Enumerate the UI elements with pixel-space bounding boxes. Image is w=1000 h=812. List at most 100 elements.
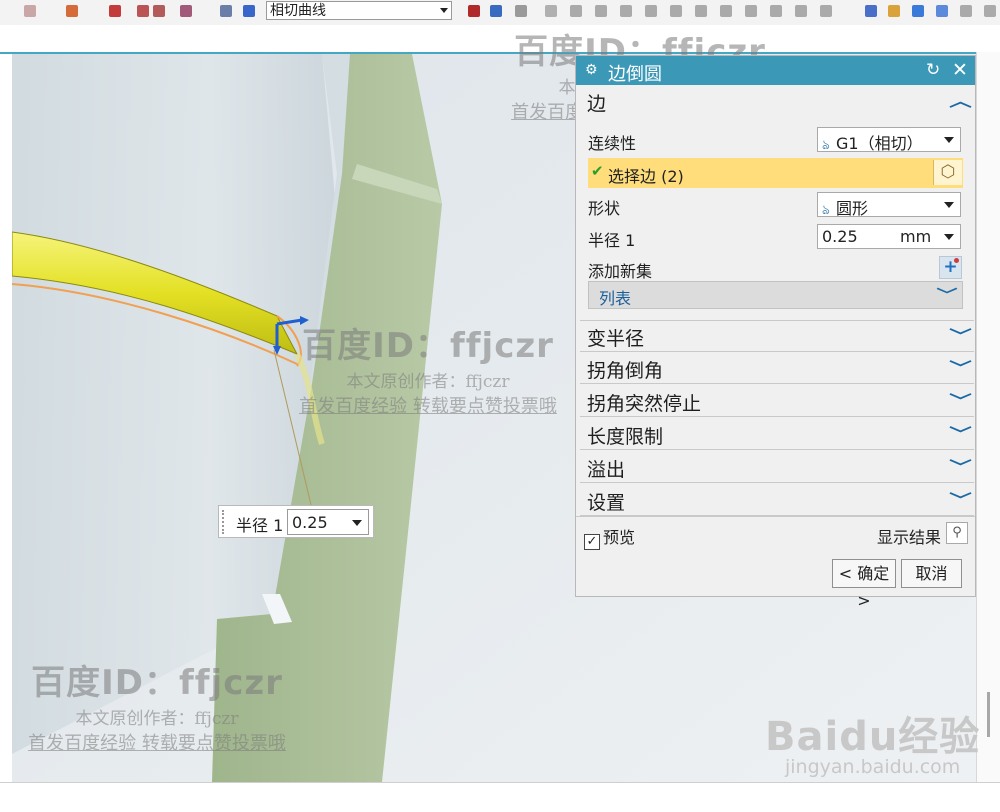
toolbar-icon[interactable] — [243, 5, 255, 17]
shape-label: 形状 — [588, 199, 621, 218]
curve-rule-value: 相切曲线 — [270, 3, 326, 19]
chevron-down-icon: ﹀ — [949, 458, 972, 476]
reset-icon[interactable]: ↻ — [926, 60, 940, 80]
toolbar-icon[interactable] — [620, 5, 632, 17]
list-label: 列表 — [599, 289, 632, 308]
toolbar-icon[interactable] — [137, 5, 149, 17]
toolbar-icon[interactable] — [912, 5, 924, 17]
add-new-set-button[interactable]: + — [939, 256, 962, 279]
divider — [576, 516, 975, 517]
toolbar-icon[interactable] — [936, 5, 948, 17]
chevron-down-icon: ﹀ — [949, 425, 972, 443]
toolbar-icon[interactable] — [24, 5, 36, 17]
preview-label: 预览 — [603, 528, 636, 547]
toolbar-icon[interactable] — [109, 5, 121, 17]
watermark: 百度ID：ffjczr 本文原创作者：ffjczr 首发百度经验 转载要点赞投票… — [12, 655, 302, 755]
section-label: 溢出 — [587, 459, 626, 481]
baidu-logo-url: jingyan.baidu.com — [784, 756, 961, 778]
section-edge-header[interactable]: 边 ︿ — [580, 86, 974, 116]
chevron-down-icon — [440, 8, 448, 13]
onscreen-radius-field[interactable]: 0.25 — [287, 509, 369, 535]
edge-blend-dialog: ⚙ 边倒圆 ↻ ✕ 边 ︿ 连续性 ঌ G1（相切） ✔ 选择边 (2) ⬡ 形状… — [575, 55, 976, 610]
section-settings[interactable]: 设置 ﹀ — [580, 485, 974, 516]
right-scrollbar[interactable] — [976, 52, 1000, 782]
onscreen-radius-value: 0.25 — [292, 513, 328, 532]
dialog-title: 边倒圆 — [608, 64, 662, 85]
chevron-down-icon: ﹀ — [949, 359, 972, 377]
toolbar-icon[interactable] — [66, 5, 78, 17]
section-length-limit[interactable]: 长度限制 ﹀ — [580, 419, 974, 450]
watermark-line3: 首发百度经验 转载要点赞投票哦 — [299, 396, 557, 417]
drag-grip-icon[interactable] — [222, 510, 228, 534]
continuity-icon: ঌ — [822, 138, 830, 153]
cancel-button[interactable]: 取消 — [901, 559, 962, 588]
section-label: 长度限制 — [587, 426, 664, 448]
chevron-down-icon: ﹀ — [949, 491, 972, 509]
toolbar-icon[interactable] — [670, 5, 682, 17]
section-label: 设置 — [587, 492, 626, 514]
shape-value: 圆形 — [836, 199, 869, 218]
chevron-down-icon[interactable] — [352, 520, 362, 526]
continuity-label: 连续性 — [588, 134, 637, 153]
dialog-title-bar[interactable]: ⚙ 边倒圆 ↻ ✕ — [576, 56, 975, 85]
ok-button[interactable]: < 确定 > — [832, 559, 896, 610]
toolbar-icon[interactable] — [865, 5, 877, 17]
continuity-value: G1（相切） — [836, 134, 923, 153]
chevron-down-icon — [944, 202, 954, 208]
radius-label: 半径 1 — [588, 231, 636, 250]
show-result-button[interactable]: ⚲ — [946, 522, 968, 544]
watermark-line1: 百度ID：ffjczr — [31, 663, 283, 703]
section-corner-setback[interactable]: 拐角倒角 ﹀ — [580, 353, 974, 384]
toolbar-icon[interactable] — [795, 5, 807, 17]
radius-value: 0.25 — [822, 227, 858, 246]
select-edge-row[interactable]: ✔ 选择边 (2) ⬡ — [588, 158, 963, 188]
onscreen-radius-input: 半径 1 0.25 — [218, 505, 374, 538]
cube-icon[interactable]: ⬡ — [933, 160, 962, 185]
chevron-up-icon[interactable]: ︿ — [949, 90, 972, 111]
section-overflow[interactable]: 溢出 ﹀ — [580, 452, 974, 483]
section-label: 拐角突然停止 — [587, 393, 702, 415]
close-icon[interactable]: ✕ — [952, 59, 968, 81]
toolbar-icon[interactable] — [468, 5, 480, 17]
preview-checkbox[interactable]: ✓ 预览 — [584, 524, 635, 550]
scroll-thumb[interactable] — [987, 692, 990, 737]
toolbar-icon[interactable] — [645, 5, 657, 17]
magnifier-icon: ⚲ — [952, 525, 962, 540]
toolbar-icon[interactable] — [745, 5, 757, 17]
chevron-down-icon: ﹀ — [936, 288, 958, 304]
toolbar-icon[interactable] — [570, 5, 582, 17]
toolbar-icon[interactable] — [545, 5, 557, 17]
show-result-label: 显示结果 — [877, 528, 942, 547]
add-indicator-icon — [954, 258, 959, 263]
select-edge-label: 选择边 (2) — [608, 167, 684, 186]
chevron-down-icon[interactable] — [944, 234, 954, 240]
toolbar-icon[interactable] — [720, 5, 732, 17]
toolbar-icon[interactable] — [180, 5, 192, 17]
toolbar-icon[interactable] — [515, 5, 527, 17]
baidu-logo-text: Baidu经验 — [765, 714, 981, 760]
watermark-line1: 百度ID：ffjczr — [302, 326, 554, 366]
section-label: 拐角倒角 — [587, 360, 664, 382]
continuity-select[interactable]: ঌ G1（相切） — [817, 127, 961, 153]
toolbar-icon[interactable] — [490, 5, 502, 17]
shape-select[interactable]: ঌ 圆形 — [817, 192, 961, 218]
toolbar-icon[interactable] — [153, 5, 165, 17]
shape-icon: ঌ — [822, 203, 830, 218]
curve-rule-select[interactable]: 相切曲线 — [266, 1, 452, 20]
section-stop-short-of-corner[interactable]: 拐角突然停止 ﹀ — [580, 386, 974, 417]
toolbar-icon[interactable] — [888, 5, 900, 17]
list-toggle[interactable]: 列表 ﹀ — [588, 281, 963, 309]
watermark-line2: 本文原创作者：ffjczr — [346, 372, 510, 392]
toolbar-icon[interactable] — [220, 5, 232, 17]
toolbar-icon[interactable] — [695, 5, 707, 17]
toolbar-icon[interactable] — [770, 5, 782, 17]
toolbar-icon[interactable] — [820, 5, 832, 17]
toolbar-icon[interactable] — [984, 5, 996, 17]
top-toolbar: 相切曲线 — [0, 0, 1000, 26]
checkbox-icon[interactable]: ✓ — [584, 534, 600, 550]
radius-input[interactable]: 0.25 mm — [817, 224, 961, 249]
toolbar-icon[interactable] — [960, 5, 972, 17]
toolbar-icon[interactable] — [595, 5, 607, 17]
section-edge-label: 边 — [587, 93, 607, 115]
section-variable-radius[interactable]: 变半径 ﹀ — [580, 320, 974, 352]
